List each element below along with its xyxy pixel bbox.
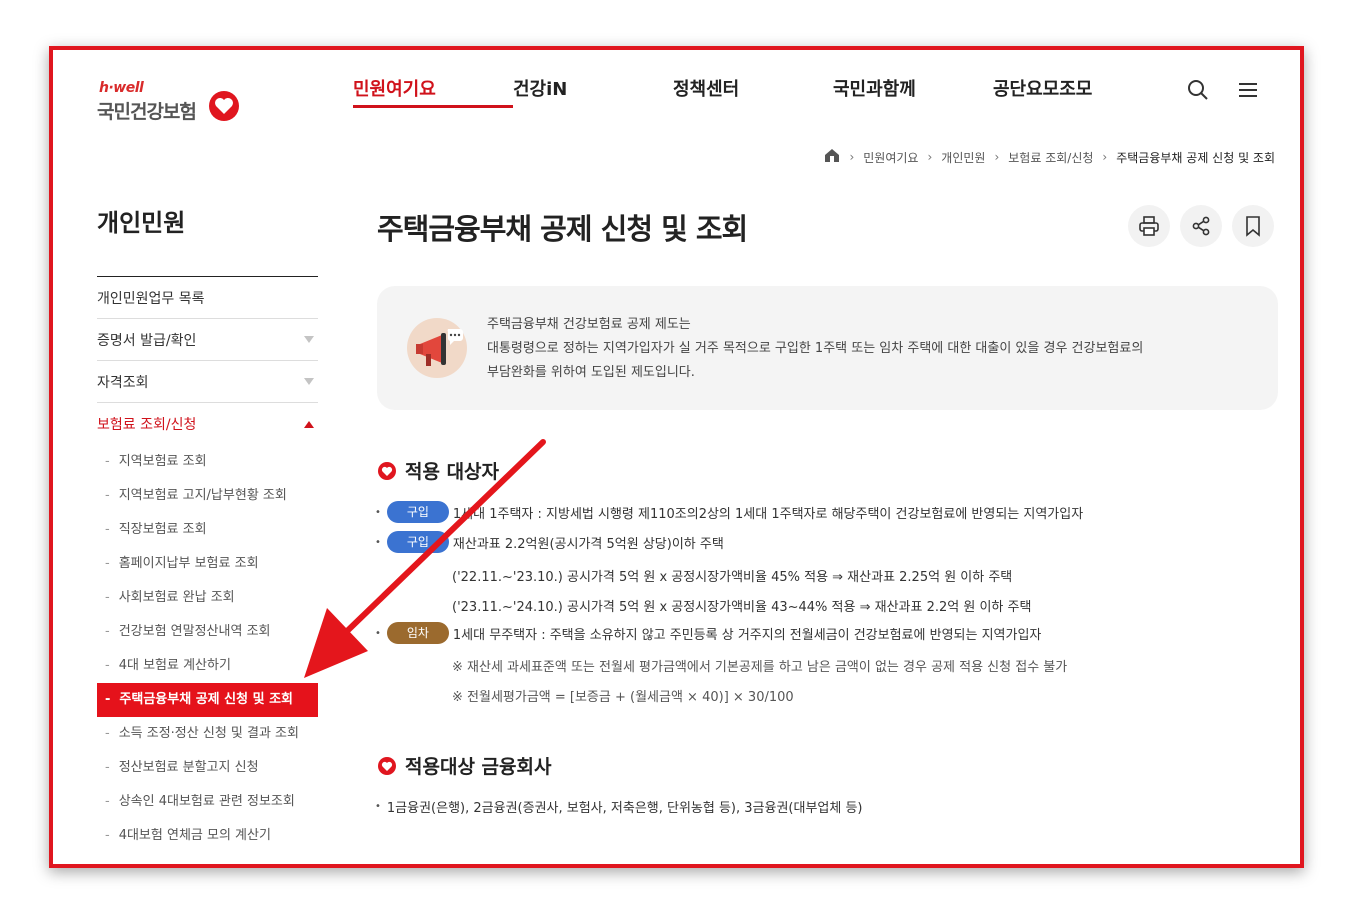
sidebar-item-certificate[interactable]: 증명서 발급/확인	[97, 319, 318, 361]
bookmark-icon[interactable]	[1232, 205, 1274, 247]
sidebar-item-qualification[interactable]: 자격조회	[97, 361, 318, 403]
intro-line: 부담완화를 위하여 도입된 제도입니다.	[487, 365, 695, 380]
sidebar-item-label: 개인민원업무 목록	[97, 290, 205, 307]
section-title-institutions: 적용대상 금융회사	[377, 752, 551, 779]
breadcrumb: › 민원여기요 › 개인민원 › 보험료 조회/신청 › 주택금융부채 공제 신…	[824, 148, 1275, 166]
note-text: ※ 재산세 과세표준액 또는 전월세 평가금액에서 기본공제를 하고 남은 금액…	[452, 660, 1068, 675]
nav-item-minwon[interactable]: 민원여기요	[353, 74, 513, 108]
caret-down-icon	[304, 336, 314, 343]
chevron-right-icon: ›	[927, 150, 933, 164]
badge-rent: 임차	[386, 622, 449, 644]
home-icon[interactable]	[824, 148, 840, 166]
submenu-item[interactable]: - 직장보험료 조회	[97, 513, 318, 547]
intro-box: 주택금융부채 건강보험료 공제 제도는 대통령령으로 정하는 지역가입자가 실 …	[377, 286, 1278, 410]
logo-name: 국민건강보험	[97, 101, 197, 123]
nav-item-policy[interactable]: 정책센터	[673, 74, 833, 108]
section-title-target: 적용 대상자	[377, 457, 499, 484]
page-tools	[1128, 205, 1274, 247]
menu-icon[interactable]	[1236, 78, 1260, 102]
submenu-item[interactable]: -4대보험 연체금 모의 계산기	[97, 819, 318, 853]
main-nav: 민원여기요 건강iN 정책센터 국민과함께 공단요모조모	[353, 74, 1153, 108]
submenu-item[interactable]: - 지역보험료 고지/납부현황 조회	[97, 479, 318, 513]
heart-bullet-icon	[378, 756, 396, 775]
sidebar-item-premium[interactable]: 보험료 조회/신청	[97, 403, 318, 445]
chevron-right-icon: ›	[1102, 150, 1108, 164]
submenu-item[interactable]: - 홈페이지납부 보험료 조회	[97, 547, 318, 581]
intro-line: 대통령령으로 정하는 지역가입자가 실 거주 목적으로 구입한 1주택 또는 임…	[487, 341, 1144, 356]
heart-bullet-icon	[378, 461, 396, 480]
breadcrumb-current: 주택금융부채 공제 신청 및 조회	[1116, 150, 1275, 165]
submenu-item[interactable]: - 정산보험료 분할고지 신청	[97, 751, 318, 785]
print-icon[interactable]	[1128, 205, 1170, 247]
nav-item-together[interactable]: 국민과함께	[833, 74, 993, 108]
sidebar-item-list[interactable]: 개인민원업무 목록	[97, 277, 318, 319]
intro-line: 주택금융부채 건강보험료 공제 제도는	[487, 317, 691, 332]
breadcrumb-item[interactable]: 보험료 조회/신청	[1008, 149, 1093, 166]
list-subline: ('22.11.~'23.10.) 공시가격 5억 원 x 공정시장가액비율 4…	[452, 570, 1013, 585]
logo-tagline: h·well	[99, 80, 144, 96]
sidebar-menu: 개인민원업무 목록 증명서 발급/확인 자격조회 보험료 조회/신청 - 지역보험…	[97, 276, 318, 853]
list-item: • 1금융권(은행), 2금융권(증권사, 보험사, 저축은행, 단위농협 등)…	[375, 801, 863, 816]
breadcrumb-item[interactable]: 개인민원	[941, 149, 985, 166]
page-title: 주택금융부채 공제 신청 및 조회	[377, 212, 748, 246]
nav-item-health[interactable]: 건강iN	[513, 74, 673, 108]
share-icon[interactable]	[1180, 205, 1222, 247]
note-text: ※ 전월세평가금액 = [보증금 + (월세금액 × 40)] × 30/100	[452, 690, 794, 705]
nav-item-about[interactable]: 공단요모조모	[993, 74, 1153, 108]
chevron-right-icon: ›	[849, 150, 855, 164]
submenu-item-active[interactable]: - 주택금융부채 공제 신청 및 조회	[97, 683, 318, 717]
header-icons	[1186, 78, 1260, 102]
list-item: • 임차 1세대 무주택자 : 주택을 소유하지 않고 주민등록 상 거주지의 …	[375, 622, 1041, 644]
logo[interactable]: h·well 국민건강보험	[97, 78, 247, 138]
list-item: • 구입 1세대 1주택자 : 지방세법 시행령 제110조의2상의 1세대 1…	[375, 501, 1083, 523]
search-icon[interactable]	[1186, 78, 1210, 102]
list-item: • 구입 재산과표 2.2억원(공시가격 5억원 상당)이하 주택	[375, 531, 724, 553]
badge-buy: 구입	[386, 531, 449, 553]
list-subline: ('23.11.~'24.10.) 공시가격 5억 원 x 공정시장가액비율 4…	[452, 600, 1032, 615]
sidebar-item-label: 자격조회	[97, 374, 149, 391]
sidebar-item-label: 보험료 조회/신청	[97, 417, 197, 433]
caret-up-icon	[304, 420, 314, 428]
submenu-item[interactable]: - 소득 조정·정산 신청 및 결과 조회	[97, 717, 318, 751]
submenu-item[interactable]: - 사회보험료 완납 조회	[97, 581, 318, 615]
submenu-item[interactable]: - 상속인 4대보험료 관련 정보조회	[97, 785, 318, 819]
submenu-item[interactable]: -4대 보험료 계산하기	[97, 649, 318, 683]
caret-down-icon	[304, 378, 314, 385]
sidebar-item-label: 증명서 발급/확인	[97, 332, 197, 349]
submenu-item[interactable]: - 건강보험 연말정산내역 조회	[97, 615, 318, 649]
breadcrumb-item[interactable]: 민원여기요	[863, 149, 918, 166]
badge-buy: 구입	[386, 501, 449, 523]
sidebar-title: 개인민원	[97, 209, 186, 237]
megaphone-icon	[407, 318, 467, 378]
heart-icon	[209, 91, 239, 121]
browser-frame: h·well 국민건강보험 민원여기요 건강iN 정책센터 국민과함께 공단요모…	[49, 46, 1304, 868]
intro-text: 주택금융부채 건강보험료 공제 제도는 대통령령으로 정하는 지역가입자가 실 …	[487, 313, 1143, 385]
sidebar-submenu: - 지역보험료 조회 - 지역보험료 고지/납부현황 조회 - 직장보험료 조회 -홈…	[97, 445, 318, 853]
submenu-item[interactable]: - 지역보험료 조회	[97, 445, 318, 479]
chevron-right-icon: ›	[994, 150, 1000, 164]
